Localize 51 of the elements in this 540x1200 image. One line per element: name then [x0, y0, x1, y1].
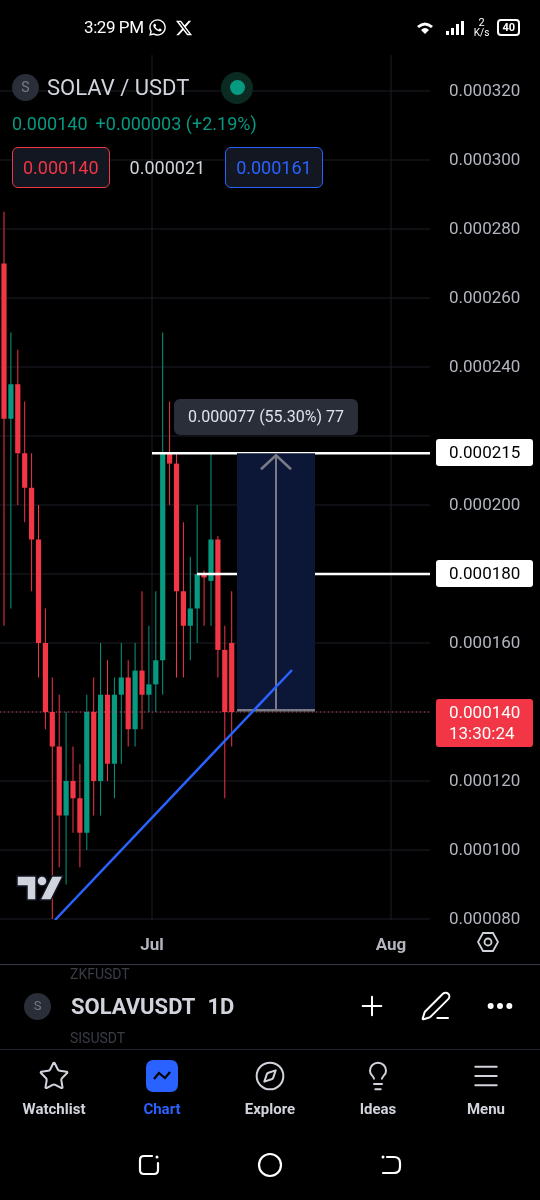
interval-button[interactable]: 1D	[207, 989, 235, 1023]
chat-app-icon	[147, 18, 167, 37]
network-speed-unit: K/s	[473, 27, 490, 38]
price-axis-label: 0.000280	[449, 220, 521, 237]
back-icon[interactable]	[379, 1153, 403, 1177]
next-symbol: SISUSDT	[70, 1029, 127, 1047]
symbol-logo: S	[24, 992, 51, 1020]
price-axis-label: 0.000300	[449, 151, 521, 168]
symbol-title: SOLAV / USDT	[47, 74, 190, 102]
price-axis-label: 0.000160	[449, 634, 521, 651]
time-axis-label: Aug	[375, 933, 407, 956]
price-axis-label: 0.000080	[449, 910, 521, 927]
price-axis-label: 0.000260	[449, 289, 521, 306]
price-axis-label: 0.000200	[449, 496, 521, 513]
price-line-label: 0.000215	[436, 439, 533, 467]
spread-value: 0.000021	[128, 156, 207, 180]
home-icon[interactable]	[257, 1152, 283, 1178]
sell-button[interactable]: 0.000140	[12, 147, 110, 188]
x-app-icon	[174, 18, 193, 37]
buy-button[interactable]: 0.000161	[225, 147, 323, 188]
nav-tab[interactable]: Explore	[216, 1050, 324, 1130]
bar-countdown: 13:30:24	[449, 723, 516, 744]
time-axis-label: Jul	[140, 933, 164, 956]
current-price: 0.000140	[449, 702, 520, 723]
price-axis-label: 0.000100	[449, 841, 521, 858]
price-axis-label: 0.000240	[449, 358, 521, 375]
recents-icon[interactable]	[137, 1153, 161, 1177]
symbol-button[interactable]: SOLAVUSDT	[71, 989, 196, 1023]
price-change: +0.000003 (+2.19%)	[95, 112, 257, 136]
network-speed-value: 2	[478, 17, 485, 28]
measure-tooltip: 0.000077 (55.30%) 77	[174, 399, 359, 435]
chart-icon	[146, 1059, 178, 1092]
nav-tab[interactable]: Menu	[432, 1050, 540, 1130]
previous-symbol: ZKFUSDT	[70, 965, 131, 983]
pen-icon[interactable]	[420, 990, 452, 1022]
status-time: 3:29 PM	[84, 15, 144, 39]
price-axis-label: 0.000320	[449, 82, 521, 99]
price-line-label: 0.000180	[436, 560, 533, 587]
price-axis-label: 0.000120	[449, 772, 521, 789]
symbol-logo: S	[12, 74, 39, 101]
logo-icon	[16, 875, 64, 901]
compass-icon	[254, 1059, 286, 1092]
nav-tab[interactable]: Ideas	[324, 1050, 432, 1130]
last-price: 0.000140	[12, 112, 88, 136]
signal-icon	[445, 20, 466, 35]
star-icon	[38, 1059, 70, 1092]
settings-icon[interactable]	[477, 931, 499, 953]
battery-level: 40	[502, 22, 515, 33]
nav-tab[interactable]: Chart	[108, 1050, 216, 1130]
nav-tab[interactable]: Watchlist	[0, 1050, 108, 1130]
wifi-icon	[415, 20, 434, 35]
